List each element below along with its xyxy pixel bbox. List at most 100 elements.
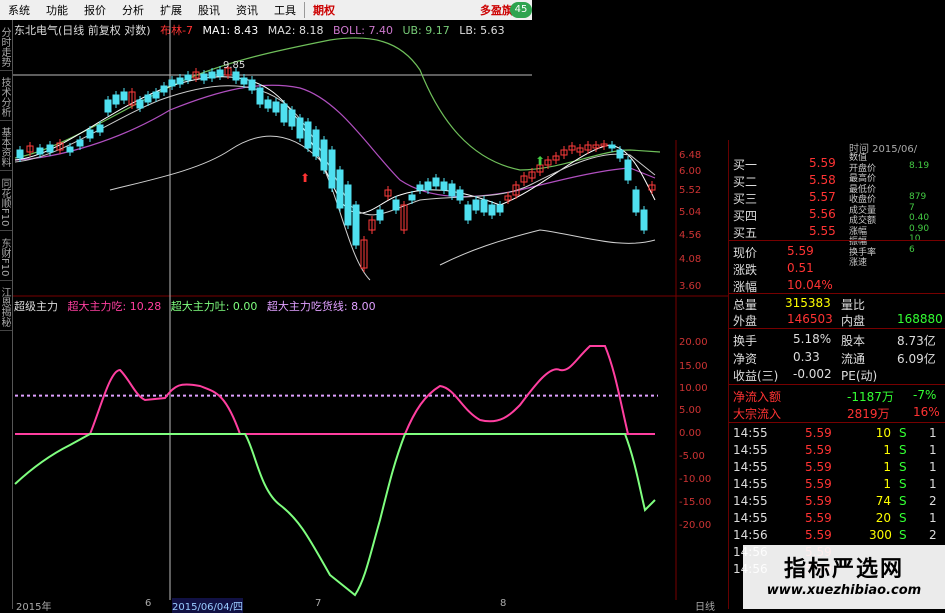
inner-value: 168880: [897, 312, 943, 326]
price-tick-1: 6.48: [679, 150, 702, 161]
candle-body: [464, 204, 472, 221]
tick-volume: 1: [883, 443, 891, 457]
tick-price: 5.59: [805, 477, 832, 491]
axis-year: 2015年: [16, 602, 52, 613]
tick-volume: 1: [883, 460, 891, 474]
flow-value: 2819万: [847, 407, 890, 421]
price-tick-7: 3.60: [679, 281, 702, 292]
tick-volume: 300: [869, 528, 892, 542]
axis-month-7: 7: [315, 598, 322, 609]
candle-body: [96, 124, 104, 133]
candle-body: [312, 129, 320, 157]
ind-tick-3: 10.00: [679, 383, 708, 394]
info-right-val: 8.19: [909, 160, 930, 171]
bid-price: 5.59: [809, 156, 836, 170]
inner-label: 内盘: [841, 314, 866, 328]
candle-body: [304, 121, 312, 149]
tick-side: S: [899, 426, 907, 440]
info-right-row: 开盘价 8.19: [841, 160, 945, 174]
candle-body: [280, 103, 288, 123]
bid-price: 5.56: [809, 207, 836, 221]
tick-count: 1: [929, 426, 937, 440]
tick-row: 14:55 5.59 10 S 1: [729, 424, 945, 442]
info-right-val: 0.40: [909, 213, 930, 223]
axis-period[interactable]: 日线: [695, 598, 715, 613]
flow-row: 净流入额 -1187万 -7%: [729, 386, 945, 404]
fund-label: 净资: [733, 351, 758, 366]
tick-volume: 20: [875, 511, 891, 525]
tick-volume: 74: [875, 494, 891, 508]
spit-curve: [14, 433, 656, 597]
tick-time: 14:55: [733, 460, 768, 474]
info-right-row: 涨幅 0.90: [841, 224, 945, 237]
price-tick-2: 6.00: [679, 166, 702, 177]
high-price-label: 9.85: [223, 60, 245, 71]
green-arrow-marker: ⬆: [535, 154, 545, 168]
flow-percent: -7%: [913, 388, 937, 402]
tick-time: 14:55: [733, 477, 768, 491]
fund-label-2: 流通: [841, 351, 866, 366]
fund-row: 收益(三) -0.002 PE(动): [729, 365, 945, 383]
ma1-line: [14, 76, 656, 214]
candle-body: [488, 204, 496, 216]
candle-body: [328, 149, 336, 189]
tick-price: 5.59: [805, 528, 832, 542]
bid-price: 5.58: [809, 173, 836, 187]
candle-body: [376, 209, 384, 221]
candle-body: [136, 99, 144, 109]
flow-row: 大宗流入 2819万 16%: [729, 403, 945, 421]
price-tick-6: 4.08: [679, 254, 702, 265]
candle-body: [104, 99, 112, 113]
tick-price: 5.59: [805, 494, 832, 508]
candle-body: [256, 87, 264, 105]
bid-price: 5.55: [809, 224, 836, 238]
candle-body: [640, 209, 648, 231]
tick-count: 1: [929, 477, 937, 491]
candle-body: [320, 139, 328, 171]
candlestick-group: [16, 64, 656, 272]
tick-volume: 10: [875, 426, 891, 440]
tick-row: 14:55 5.59 1 S 1: [729, 475, 945, 493]
fund-row: 换手 5.18% 股本 8.73亿: [729, 330, 945, 348]
info-right-val: 879: [909, 192, 927, 202]
ind-tick-5: 0.00: [679, 428, 702, 439]
candle-body: [632, 189, 640, 213]
candle-body: [232, 71, 240, 81]
axis-date-cursor: 2015/06/04/四: [172, 598, 244, 613]
fund-value: 5.18%: [793, 332, 832, 346]
candle-body: [456, 189, 464, 201]
stat-value: 10.04%: [787, 278, 833, 292]
axis-month-6: 6: [145, 598, 152, 609]
fund-label: 收益(三): [733, 369, 779, 383]
candle-body: [424, 181, 432, 191]
info-right-row: 成交量 7: [841, 203, 945, 216]
info-right-row: 成交额 0.40: [841, 213, 945, 226]
fund-row: 净资 0.33 流通 6.09亿: [729, 348, 945, 366]
axis-month-8: 8: [500, 598, 507, 609]
candle-body: [416, 184, 424, 191]
tick-row: 14:55 5.59 1 S 1: [729, 441, 945, 459]
outer-inner-row: 外盘 146503 内盘 168880: [729, 310, 945, 328]
info-right-row: 数值: [841, 150, 945, 163]
volume-value: 315383: [785, 296, 831, 310]
ind-tick-2: 15.00: [679, 361, 708, 372]
tick-row: 14:55 5.59 20 S 1: [729, 509, 945, 527]
tick-price: 5.59: [805, 426, 832, 440]
tick-side: S: [899, 528, 907, 542]
stat-value: 5.59: [787, 244, 814, 258]
candle-body: [76, 139, 84, 147]
price-tick-5: 4.56: [679, 230, 702, 241]
info-right-row: 收盘价 879: [841, 192, 945, 205]
fund-value-2: 8.73亿: [897, 334, 936, 348]
tick-volume: 1: [883, 477, 891, 491]
candle-body: [624, 159, 632, 181]
candle-body: [86, 129, 94, 139]
tick-time: 14:55: [733, 443, 768, 457]
fund-value-2: 6.09亿: [897, 351, 936, 366]
watermark: 指标严选网 www.xuezhibiao.com: [743, 545, 945, 609]
candle-body: [448, 183, 456, 197]
fund-label-2: 股本: [841, 334, 866, 348]
candle-body: [296, 117, 304, 139]
tick-time: 14:55: [733, 426, 768, 440]
candle-body: [480, 199, 488, 213]
